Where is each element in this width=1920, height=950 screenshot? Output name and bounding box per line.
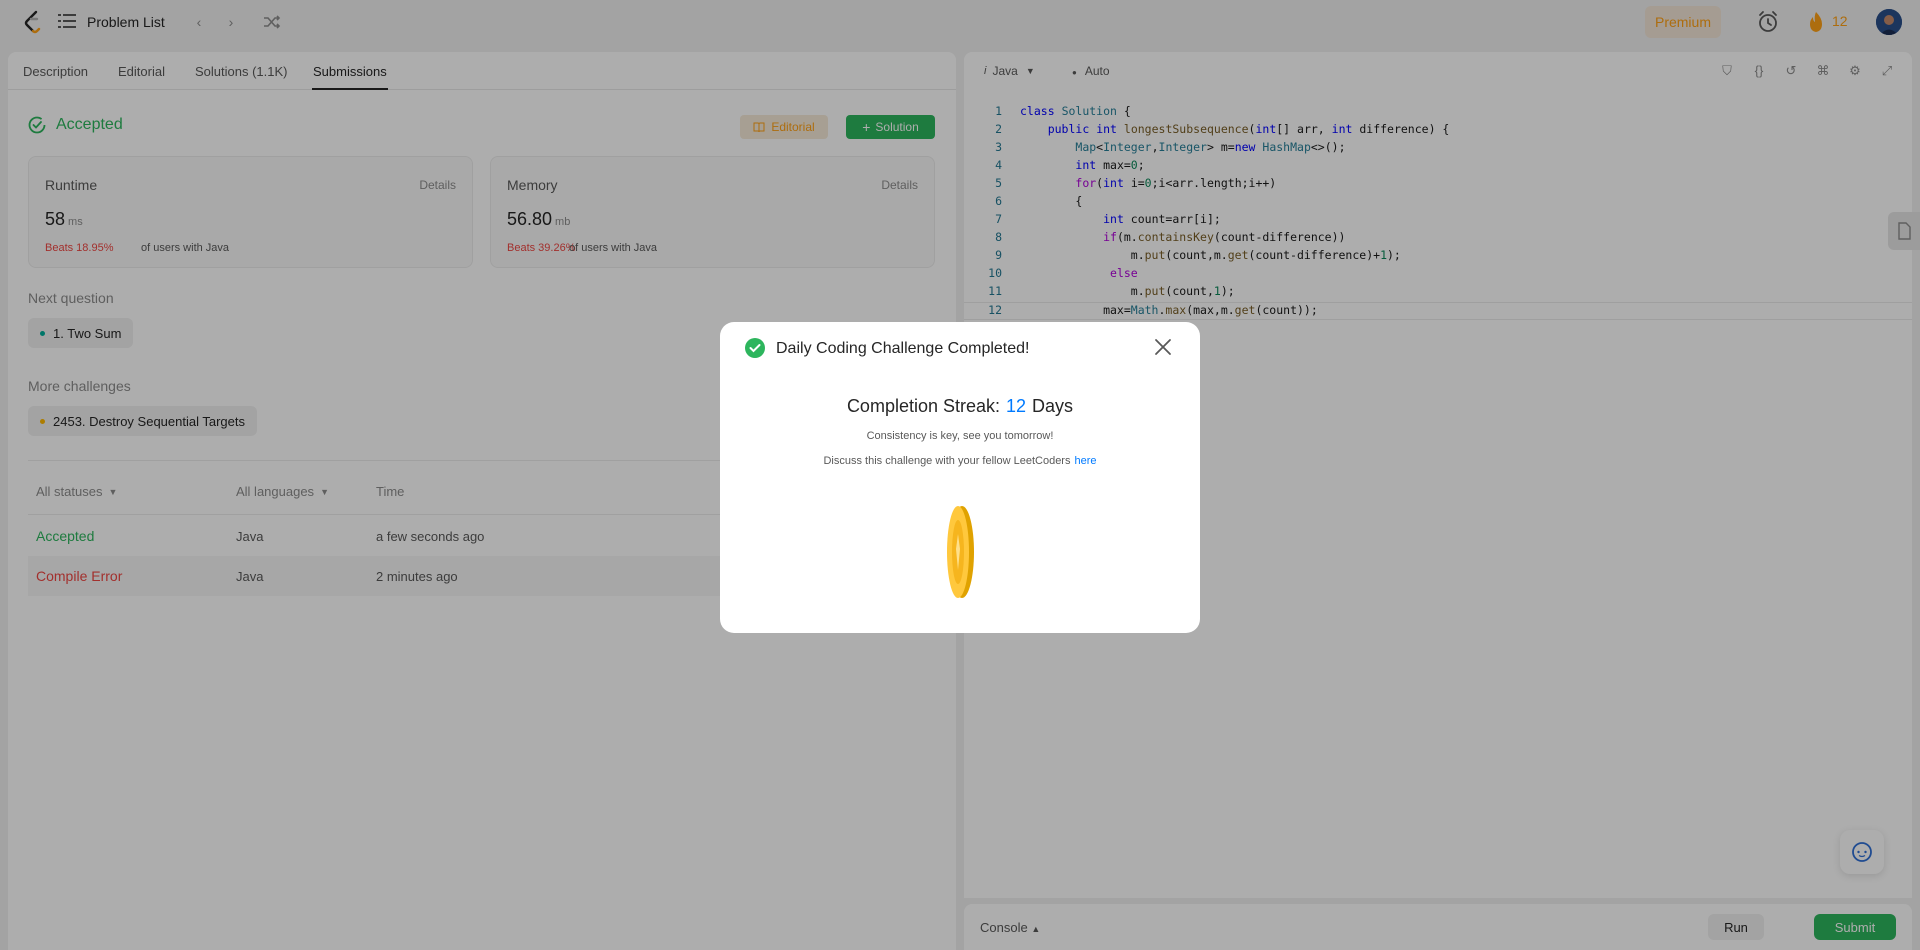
- daily-challenge-modal: Daily Coding Challenge Completed! Comple…: [720, 322, 1200, 633]
- coin-icon: [947, 506, 974, 598]
- completion-streak: Completion Streak: 12 Days: [846, 396, 1074, 416]
- consistency-message: Consistency is key, see you tomorrow!: [866, 430, 1054, 442]
- discuss-message: Discuss this challenge with your fellow …: [823, 455, 1097, 467]
- modal-title: Daily Coding Challenge Completed!: [776, 340, 1030, 357]
- here-link[interactable]: here: [1074, 455, 1096, 467]
- close-icon[interactable]: [1152, 336, 1174, 358]
- check-circle-icon: [745, 338, 765, 358]
